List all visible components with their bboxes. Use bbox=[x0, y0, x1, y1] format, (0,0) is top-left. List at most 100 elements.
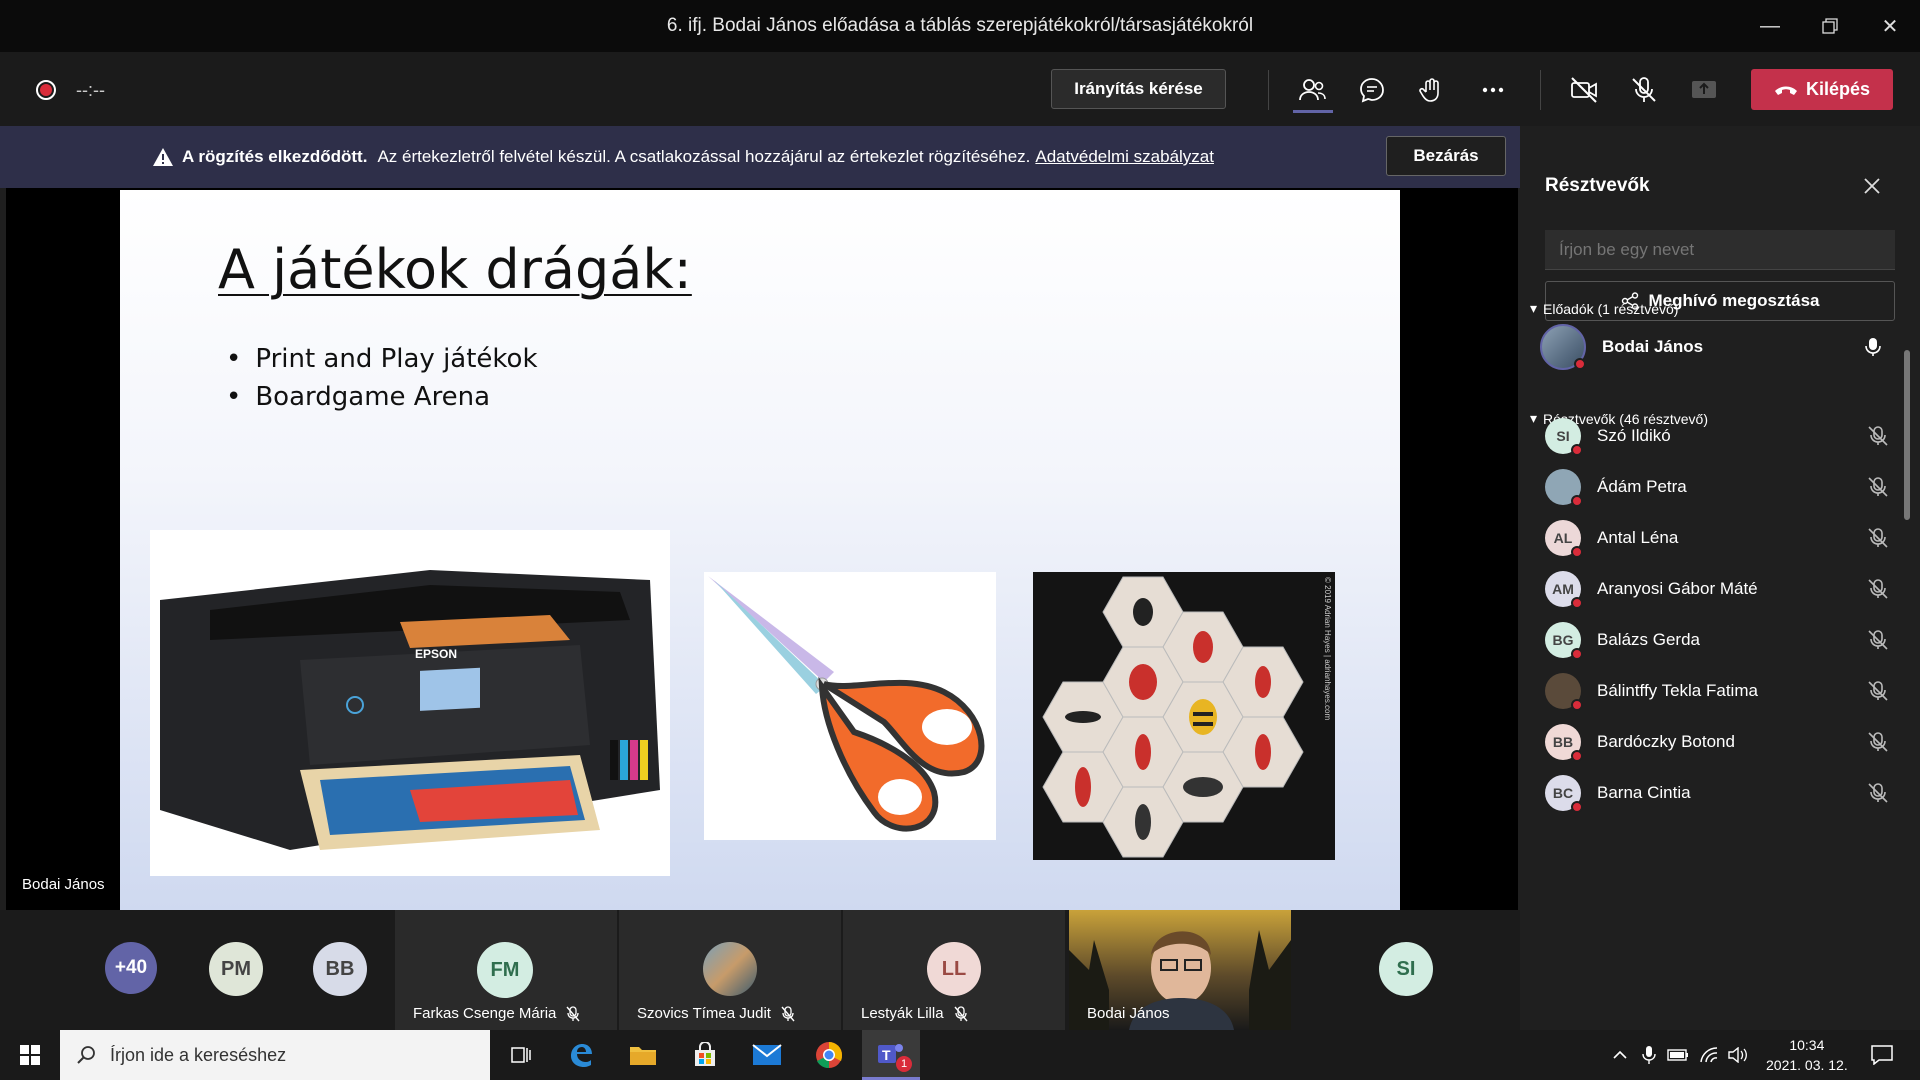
edge-browser-icon[interactable] bbox=[552, 1030, 610, 1080]
mic-off-icon bbox=[1868, 783, 1888, 803]
banner-text: Az értekezletről felvétel készül. A csat… bbox=[377, 147, 1031, 166]
attendee-row[interactable]: BB Bardóczky Botond bbox=[1545, 717, 1890, 767]
overflow-participants-button[interactable]: +40 bbox=[105, 942, 157, 994]
printer-image: EPSON bbox=[150, 530, 670, 876]
slide-title: A játékok drágák: bbox=[218, 238, 692, 301]
attendee-row[interactable]: BC Barna Cintia bbox=[1545, 768, 1890, 818]
share-screen-icon[interactable] bbox=[1686, 72, 1722, 108]
mic-off-icon bbox=[1868, 426, 1888, 446]
window-titlebar: 6. ifj. Bodai János előadása a táblás sz… bbox=[0, 0, 1920, 52]
participant-tile-szovics[interactable]: Szovics Tímea Judit bbox=[619, 910, 841, 1030]
participant-tile-lestyak[interactable]: LL Lestyák Lilla bbox=[843, 910, 1065, 1030]
chat-icon[interactable] bbox=[1354, 72, 1390, 108]
mail-icon[interactable] bbox=[738, 1030, 796, 1080]
notifications-icon[interactable] bbox=[1862, 1030, 1902, 1080]
avatar: SI bbox=[1545, 418, 1583, 456]
recording-indicator-icon bbox=[36, 80, 56, 100]
avatar: AL bbox=[1545, 520, 1583, 558]
attendee-name: Ádám Petra bbox=[1597, 477, 1687, 496]
chevron-down-icon: ▾ bbox=[1530, 410, 1538, 426]
attendee-row[interactable]: Bálintffy Tekla Fatima bbox=[1545, 666, 1890, 716]
mic-off-icon bbox=[781, 1005, 795, 1021]
more-options-icon[interactable] bbox=[1475, 72, 1511, 108]
file-explorer-icon[interactable] bbox=[614, 1030, 672, 1080]
restore-button[interactable] bbox=[1800, 0, 1860, 52]
avatar: LL bbox=[927, 942, 981, 996]
attendee-name: Bálintffy Tekla Fatima bbox=[1597, 681, 1758, 700]
avatar: BG bbox=[1545, 622, 1583, 660]
attendee-name: Balázs Gerda bbox=[1597, 630, 1700, 649]
start-button[interactable] bbox=[0, 1030, 60, 1080]
windows-taskbar: Írjon ide a kereséshez T 1 10:34 2021. 0… bbox=[0, 1030, 1920, 1080]
tile-name-text: Farkas Csenge Mária bbox=[413, 1005, 557, 1022]
presenter-row[interactable]: Bodai János bbox=[1540, 322, 1885, 372]
mic-off-icon bbox=[1868, 681, 1888, 701]
leave-meeting-button[interactable]: Kilépés bbox=[1751, 69, 1893, 110]
mic-off-icon bbox=[954, 1005, 968, 1021]
shared-content-stage: A játékok drágák: Print and Play játékok… bbox=[6, 188, 1518, 910]
presenters-header-text: Előadók (1 résztvevő) bbox=[1543, 300, 1679, 317]
participant-tile-si[interactable]: SI bbox=[1379, 942, 1433, 996]
battery-icon[interactable] bbox=[1664, 1030, 1692, 1080]
leave-label: Kilépés bbox=[1805, 79, 1871, 99]
attendee-row[interactable]: Ádám Petra bbox=[1545, 462, 1890, 512]
hang-up-icon bbox=[1774, 86, 1797, 95]
privacy-policy-link[interactable]: Adatvédelmi szabályzat bbox=[1035, 147, 1214, 167]
teams-app-icon[interactable]: T 1 bbox=[862, 1030, 920, 1080]
avatar: FM bbox=[477, 942, 533, 998]
participants-icon[interactable] bbox=[1294, 72, 1330, 108]
presenters-section-header[interactable]: ▾ Előadók (1 résztvevő) bbox=[1530, 300, 1678, 317]
taskbar-clock[interactable]: 10:34 2021. 03. 12. bbox=[1766, 1035, 1848, 1075]
tile-name: Bodai János bbox=[1087, 1005, 1170, 1022]
close-window-button[interactable]: ✕ bbox=[1860, 0, 1920, 52]
panel-title: Résztvevők bbox=[1545, 175, 1650, 196]
tile-name: Lestyák Lilla bbox=[861, 1005, 968, 1022]
wifi-icon[interactable] bbox=[1696, 1030, 1722, 1080]
taskbar-search-placeholder: Írjon ide a kereséshez bbox=[110, 1044, 287, 1065]
banner-close-button[interactable]: Bezárás bbox=[1386, 136, 1506, 176]
tile-name-text: Bodai János bbox=[1087, 1005, 1170, 1022]
meeting-toolbar: --:-- Irányítás kérése Kilépés bbox=[0, 52, 1920, 126]
tile-name-text: Szovics Tímea Judit bbox=[637, 1005, 771, 1022]
microsoft-store-icon[interactable] bbox=[676, 1030, 734, 1080]
slide-bullet: Boardgame Arena bbox=[226, 378, 538, 416]
attendee-name: Aranyosi Gábor Máté bbox=[1597, 579, 1758, 598]
mic-off-icon bbox=[1868, 477, 1888, 497]
task-view-icon[interactable] bbox=[492, 1030, 550, 1080]
participant-video-bodai[interactable]: Bodai János bbox=[1069, 910, 1291, 1030]
minimize-button[interactable]: — bbox=[1740, 0, 1800, 52]
raise-hand-icon[interactable] bbox=[1414, 72, 1450, 108]
attendee-name: Antal Léna bbox=[1597, 528, 1679, 547]
participant-tile-farkas[interactable]: FM Farkas Csenge Mária bbox=[395, 910, 617, 1030]
attendee-row[interactable]: BG Balázs Gerda bbox=[1545, 615, 1890, 665]
camera-off-icon[interactable] bbox=[1566, 72, 1602, 108]
tiles-copyright-caption: © 2019 Adrian Hayes | adrianhayes.com bbox=[1323, 577, 1332, 721]
chrome-icon[interactable] bbox=[800, 1030, 858, 1080]
avatar bbox=[1540, 324, 1586, 370]
clock-date: 2021. 03. 12. bbox=[1766, 1057, 1848, 1073]
attendee-name: Bardóczky Botond bbox=[1597, 732, 1735, 751]
mic-off-icon[interactable] bbox=[1626, 72, 1662, 108]
printer-brand-label: EPSON bbox=[415, 647, 457, 661]
attendee-row[interactable]: AM Aranyosi Gábor Máté bbox=[1545, 564, 1890, 614]
attendee-row[interactable]: AL Antal Léna bbox=[1545, 513, 1890, 563]
mic-off-icon bbox=[1868, 630, 1888, 650]
taskbar-search-box[interactable]: Írjon ide a kereséshez bbox=[60, 1030, 490, 1080]
toolbar-divider bbox=[1540, 70, 1541, 110]
volume-icon[interactable] bbox=[1724, 1030, 1750, 1080]
chevron-up-icon[interactable] bbox=[1606, 1030, 1634, 1080]
meeting-timer: --:-- bbox=[76, 80, 105, 100]
request-control-button[interactable]: Irányítás kérése bbox=[1051, 69, 1226, 109]
attendee-row[interactable]: SI Szó Ildikó bbox=[1545, 411, 1890, 461]
svg-text:T: T bbox=[882, 1047, 891, 1063]
close-panel-icon[interactable] bbox=[1860, 174, 1884, 198]
avatar: AM bbox=[1545, 571, 1583, 609]
tile-name: Farkas Csenge Mária bbox=[413, 1005, 580, 1022]
search-icon bbox=[77, 1046, 95, 1064]
microphone-tray-icon[interactable] bbox=[1636, 1030, 1662, 1080]
participant-search-input[interactable] bbox=[1545, 230, 1895, 270]
panel-scrollbar[interactable] bbox=[1904, 350, 1910, 520]
mic-off-icon bbox=[566, 1005, 580, 1021]
participant-tile-bb[interactable]: BB bbox=[313, 942, 367, 996]
participant-tile-pm[interactable]: PM bbox=[209, 942, 263, 996]
